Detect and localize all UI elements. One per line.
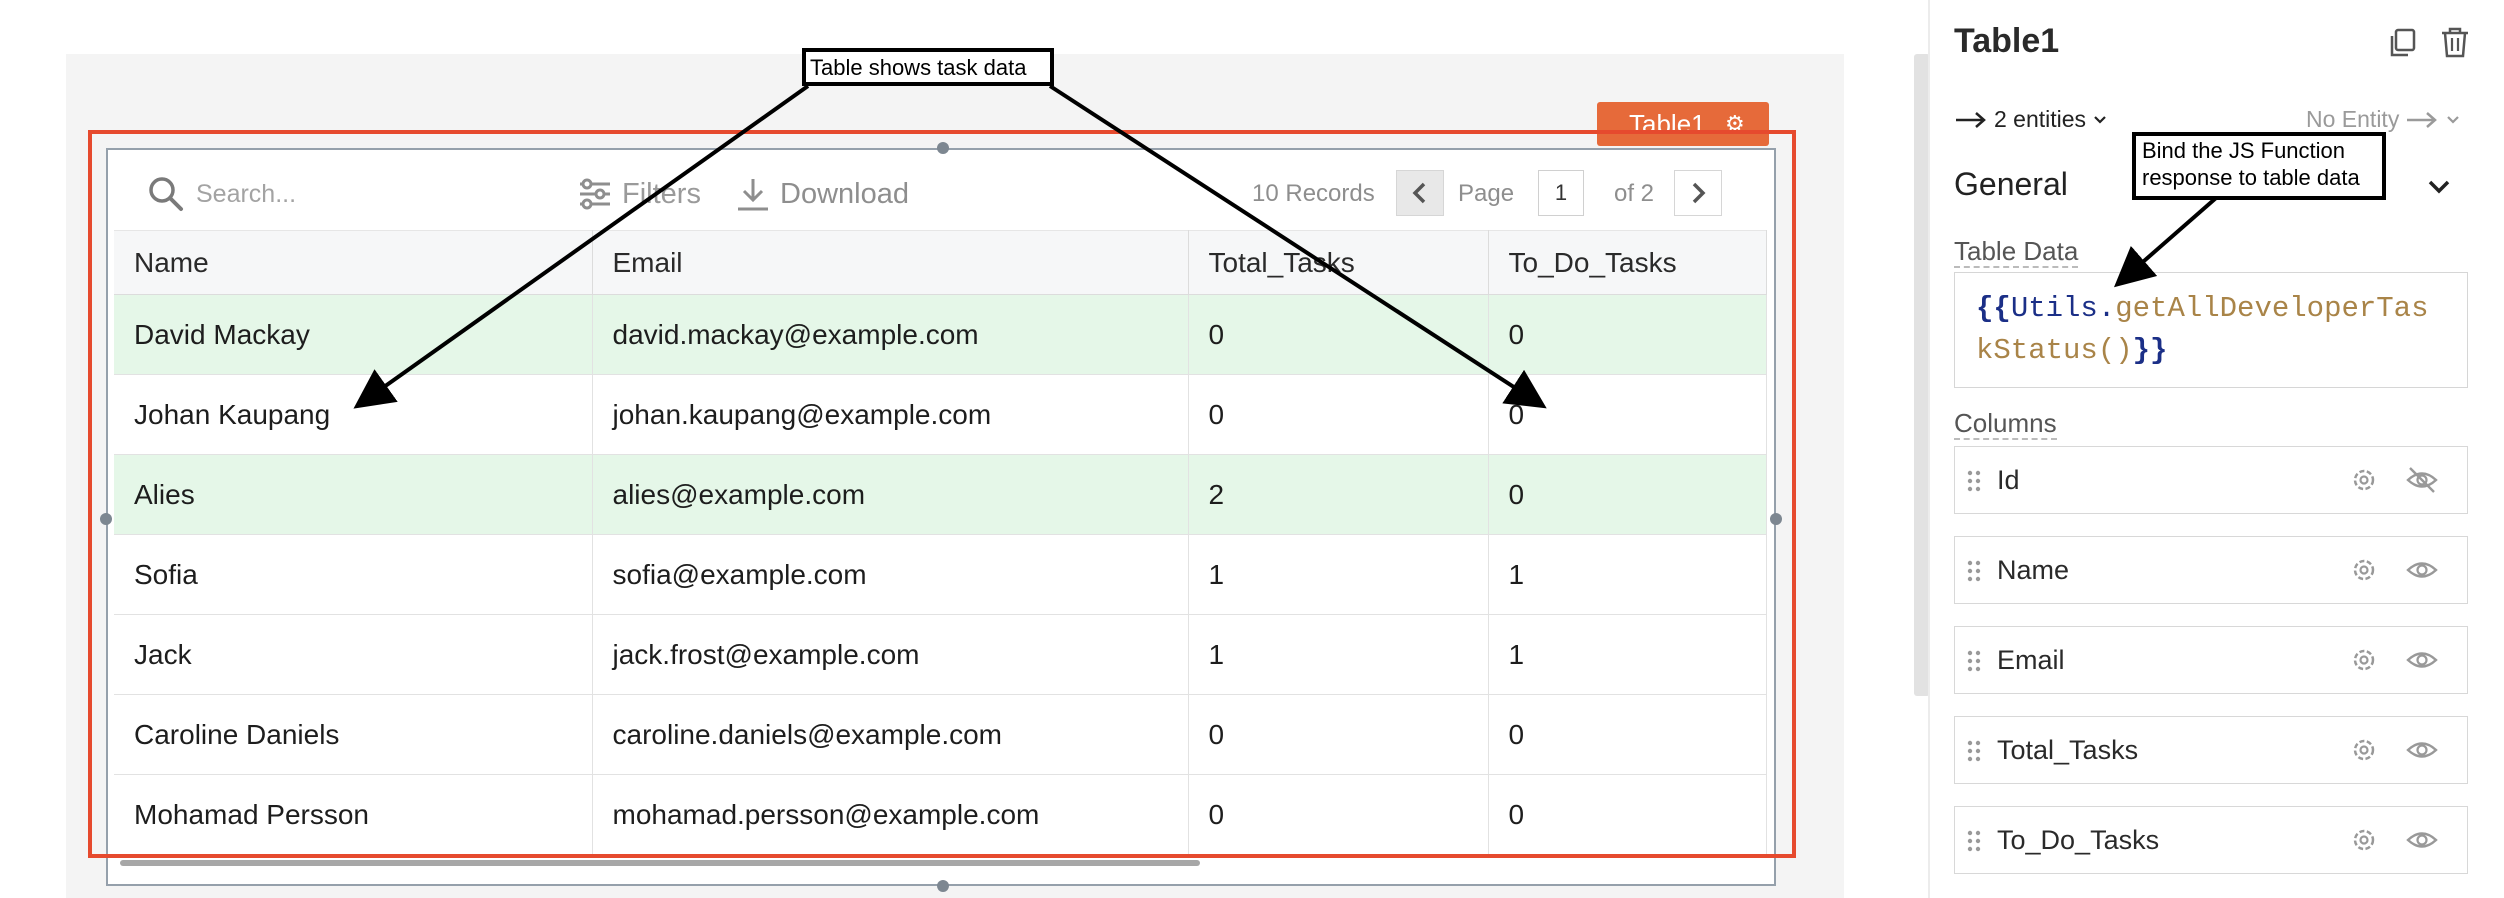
arrow-to-name-column (353, 84, 810, 409)
arrow-to-tasks-column (1048, 84, 1547, 409)
arrow-to-code-binding (2113, 196, 2218, 288)
annotation-arrows (353, 84, 2218, 409)
callout-table-shows-task-data: Table shows task data (802, 48, 1054, 86)
callout-line: response to table data (2142, 165, 2360, 190)
callout-bind-js-function: Bind the JS Function response to table d… (2132, 132, 2386, 200)
callout-line: Bind the JS Function (2142, 138, 2346, 163)
